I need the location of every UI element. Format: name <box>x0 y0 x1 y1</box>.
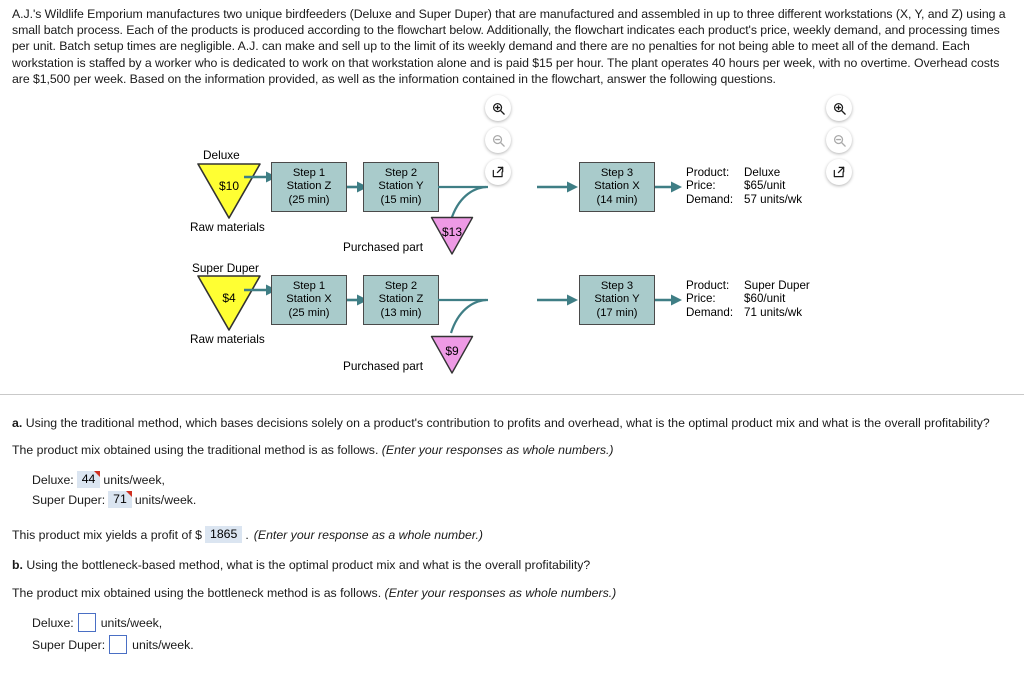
zoom-in-icon-right[interactable] <box>826 95 852 121</box>
question-a: a. Using the traditional method, which b… <box>12 415 990 431</box>
row2-step3-box: Step 3 Station Y (17 min) <box>579 275 655 325</box>
answer-a-super-unit: units/week. <box>134 492 197 507</box>
question-a-instruction: The product mix obtained using the tradi… <box>12 442 614 458</box>
row2-raw-material-triangle: $4 <box>196 274 262 332</box>
row2-step2-station: Station Z <box>378 293 424 306</box>
row1-step2-time: (15 min) <box>380 193 422 206</box>
answer-a-super-row: Super Duper: 71 units/week. <box>32 491 196 508</box>
answer-a-deluxe-label: Deluxe: <box>32 472 74 487</box>
question-a-text: Using the traditional method, which base… <box>25 416 990 430</box>
answer-b-deluxe-unit: units/week, <box>100 615 163 630</box>
popout-icon-right[interactable] <box>826 159 852 185</box>
row1-step2-box: Step 2 Station Y (15 min) <box>363 162 439 212</box>
answer-b-deluxe-input[interactable] <box>77 613 96 632</box>
row1-product-info: Product: Deluxe Price: $65/unit Demand: … <box>686 166 802 206</box>
zoom-in-icon-left[interactable] <box>485 95 511 121</box>
row2-connector-step2-out <box>438 287 494 342</box>
flowchart-figure: Deluxe $10 Raw materials Step 1 Station … <box>0 90 1024 390</box>
row1-info-product-value: Deluxe <box>744 166 781 179</box>
row1-info-price-value: $65/unit <box>744 179 786 193</box>
question-b-instruction: The product mix obtained using the bottl… <box>12 585 616 601</box>
answer-b-super-row: Super Duper: units/week. <box>32 635 194 654</box>
row1-info-price-key: Price: <box>686 179 716 193</box>
question-b-instruction-text: The product mix obtained using the bottl… <box>12 586 382 600</box>
row2-step2-box: Step 2 Station Z (13 min) <box>363 275 439 325</box>
row2-step3-time: (17 min) <box>596 306 638 319</box>
question-b-instruction-italic: (Enter your responses as whole numbers.) <box>384 586 617 600</box>
row1-arrow-step3-out <box>655 180 683 199</box>
answer-b-deluxe-label: Deluxe: <box>32 615 74 630</box>
row1-step1-time: (25 min) <box>288 193 330 206</box>
row2-step3-step: Step 3 <box>600 280 634 293</box>
row2-info-product-value: Super Duper <box>744 279 810 292</box>
row1-step2-step: Step 2 <box>384 167 418 180</box>
profit-row: This product mix yields a profit of $ 18… <box>12 526 483 543</box>
problem-statement: A.J.'s Wildlife Emporium manufactures tw… <box>12 7 1006 86</box>
row2-purchased-part-caption: Purchased part <box>343 359 424 373</box>
row2-arrow-to-step3 <box>537 293 579 312</box>
answer-a-deluxe-input[interactable]: 44 <box>76 471 101 488</box>
row2-step1-step: Step 1 <box>292 280 326 293</box>
row1-step1-station: Station Z <box>286 180 332 193</box>
exercise-page: A.J.'s Wildlife Emporium manufactures tw… <box>0 0 1024 673</box>
row2-info-price-value: $60/unit <box>744 292 786 306</box>
answer-a-super-label: Super Duper: <box>32 492 106 507</box>
row1-step2-station: Station Y <box>378 180 424 193</box>
row2-arrow-step3-out <box>655 293 683 312</box>
answer-b-super-label: Super Duper: <box>32 637 106 652</box>
profit-prefix: This product mix yields a profit of $ <box>12 527 202 542</box>
question-b-label: b. <box>12 558 23 572</box>
row1-step3-box: Step 3 Station X (14 min) <box>579 162 655 212</box>
row2-step1-time: (25 min) <box>288 306 330 319</box>
answer-b-super-unit: units/week. <box>132 637 194 652</box>
profit-suffix: . <box>245 527 249 542</box>
row1-step1-step: Step 1 <box>292 167 326 180</box>
row1-purchased-part-caption: Purchased part <box>343 240 424 254</box>
row2-info-product-key: Product: <box>686 279 730 292</box>
row2-step1-station: Station X <box>286 293 332 306</box>
popout-icon-left[interactable] <box>485 159 511 185</box>
row2-product-info: Product: Super Duper Price: $60/unit Dem… <box>686 279 810 319</box>
row2-raw-material-caption: Raw materials <box>190 332 265 346</box>
question-a-label: a. <box>12 416 23 430</box>
row2-info-demand-value: 71 units/wk <box>744 305 803 319</box>
profit-instruction-italic: (Enter your response as a whole number.) <box>253 527 483 542</box>
profit-input[interactable]: 1865 <box>205 526 243 543</box>
question-a-instruction-text: The product mix obtained using the tradi… <box>12 443 379 457</box>
row2-step1-box: Step 1 Station X (25 min) <box>271 275 347 325</box>
section-divider <box>0 394 1024 395</box>
row2-info-price-key: Price: <box>686 292 716 306</box>
row1-info-demand-key: Demand: <box>686 192 734 206</box>
row1-info-product-key: Product: <box>686 166 730 179</box>
answer-b-super-input[interactable] <box>109 635 128 654</box>
row2-purchased-part-triangle: $9 <box>430 335 474 375</box>
row1-product-label: Deluxe <box>203 148 240 162</box>
row2-step2-time: (13 min) <box>380 306 422 319</box>
answer-b-deluxe-row: Deluxe: units/week, <box>32 613 162 632</box>
row2-step2-step: Step 2 <box>384 280 418 293</box>
question-b: b. Using the bottleneck-based method, wh… <box>12 557 590 573</box>
answer-a-deluxe-unit: units/week, <box>103 472 165 487</box>
row1-step3-step: Step 3 <box>600 167 634 180</box>
row2-product-label: Super Duper <box>192 261 259 275</box>
row1-raw-material-triangle: $10 <box>196 162 262 220</box>
question-a-instruction-italic: (Enter your responses as whole numbers.) <box>381 443 614 457</box>
row1-step3-station: Station X <box>594 180 640 193</box>
row2-info-demand-key: Demand: <box>686 305 734 319</box>
zoom-out-icon-left[interactable] <box>485 127 511 153</box>
row1-purchased-part-triangle: $13 <box>430 216 474 256</box>
row1-arrow-to-step3 <box>537 180 579 199</box>
question-b-text: Using the bottleneck-based method, what … <box>26 558 591 572</box>
row1-step3-time: (14 min) <box>596 193 638 206</box>
answer-a-deluxe-row: Deluxe: 44 units/week, <box>32 471 165 488</box>
row1-info-demand-value: 57 units/wk <box>744 192 803 206</box>
row2-step3-station: Station Y <box>594 293 640 306</box>
row1-raw-material-caption: Raw materials <box>190 220 265 234</box>
zoom-out-icon-right[interactable] <box>826 127 852 153</box>
answer-a-super-input[interactable]: 71 <box>108 491 132 508</box>
row1-step1-box: Step 1 Station Z (25 min) <box>271 162 347 212</box>
